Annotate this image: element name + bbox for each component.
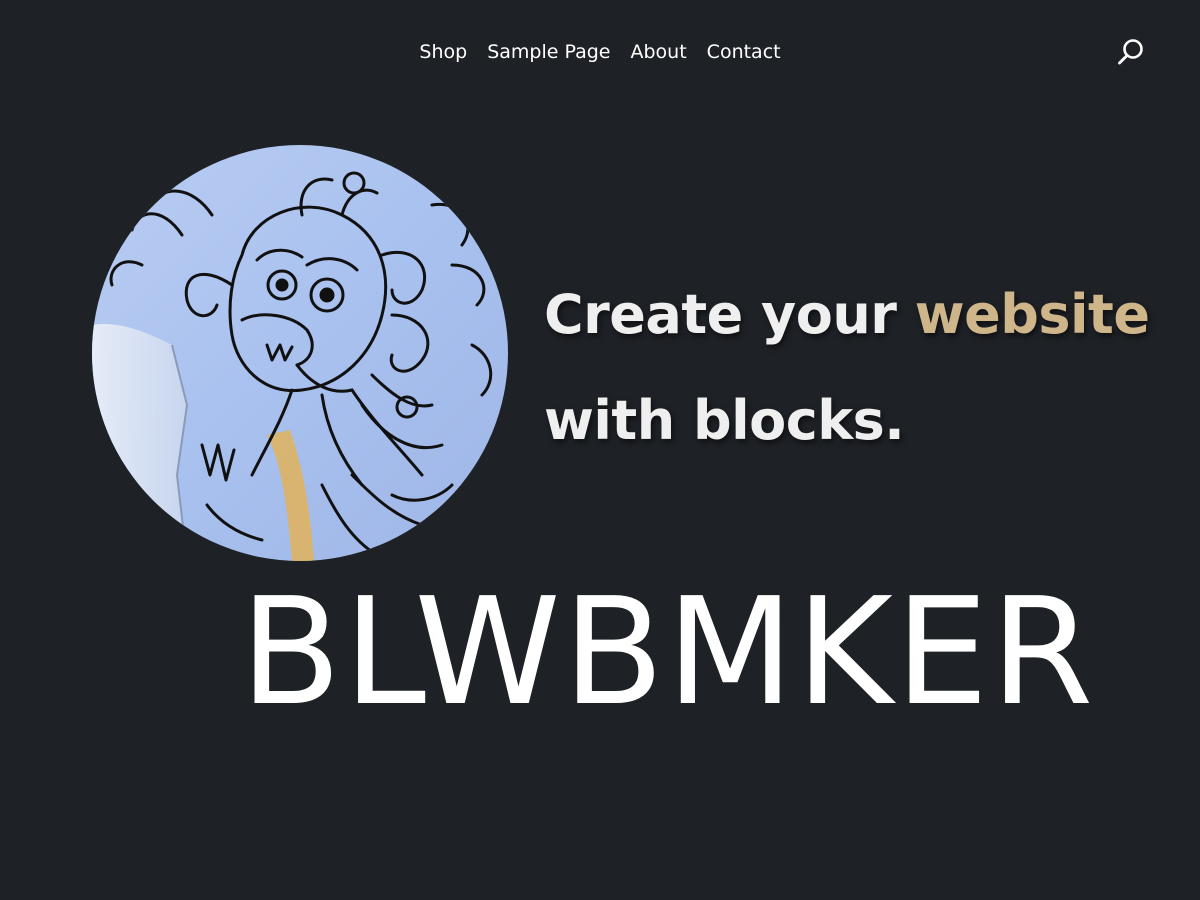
nav-item-sample-page[interactable]: Sample Page bbox=[487, 36, 610, 68]
hero-image bbox=[92, 145, 508, 561]
hero-title-part1: Create your bbox=[544, 283, 915, 346]
nav-item-about[interactable]: About bbox=[630, 36, 686, 68]
nav-item-contact[interactable]: Contact bbox=[707, 36, 781, 68]
primary-navigation: Shop Sample Page About Contact bbox=[0, 36, 1200, 68]
hero-title-part2: with blocks. bbox=[544, 389, 905, 452]
dragon-illustration bbox=[92, 145, 508, 561]
search-icon bbox=[1118, 39, 1143, 65]
nav-item-shop[interactable]: Shop bbox=[419, 36, 467, 68]
wordmark: BLWBMKER bbox=[240, 566, 1096, 738]
hero-title-accent: website bbox=[914, 283, 1150, 346]
search-button[interactable] bbox=[1114, 35, 1148, 69]
hero-heading: Create your website with blocks. bbox=[544, 262, 1184, 474]
page: Shop Sample Page About Contact Create yo… bbox=[0, 0, 1200, 900]
